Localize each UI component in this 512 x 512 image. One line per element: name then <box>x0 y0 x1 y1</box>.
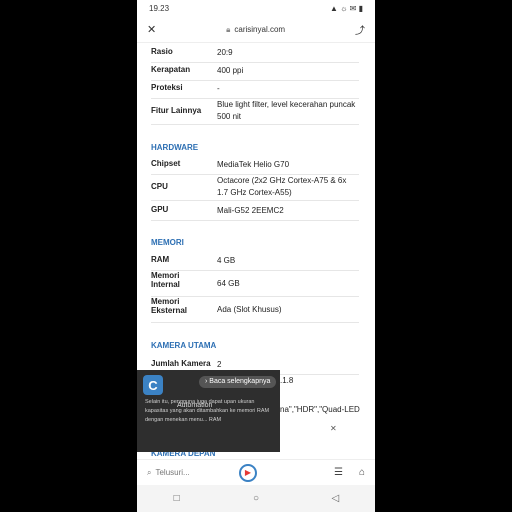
spec-label: Rasio <box>151 47 173 56</box>
spec-value: 4 GB <box>217 256 236 265</box>
floating-popup[interactable]: C › Baca selengkapnya Selain itu, penggu… <box>137 370 280 452</box>
search-icon: ⌕ <box>147 467 152 477</box>
play-icon[interactable]: ▶ <box>239 463 257 482</box>
spec-label: Memori Internal <box>151 271 180 289</box>
spec-value: Blue light filter, level kecerahan punca… <box>217 100 356 121</box>
spec-value: 400 ppi <box>217 66 244 75</box>
spec-row: GPU Mali-G52 2EEMC2 <box>151 205 359 221</box>
spec-value-partial: .1.8 <box>280 376 294 385</box>
url-domain: carisinyal.com <box>234 25 286 34</box>
spec-row: Kerapatan 400 ppi <box>151 65 359 81</box>
system-nav-bar: □ ○ ◁ <box>137 485 375 512</box>
spec-label: GPU <box>151 205 169 214</box>
spec-label: CPU <box>151 182 168 191</box>
spec-label: Kerapatan <box>151 65 191 74</box>
home-button[interactable]: ○ <box>241 493 271 504</box>
bottom-toolbar: ⌕ Telusuri... ▶ ☰ ⌂ <box>137 459 375 485</box>
spec-value: MediaTek Helio G70 <box>217 160 290 169</box>
spec-label: Fitur Lainnya <box>151 106 202 115</box>
spec-label: Memori Eksternal <box>151 297 188 315</box>
status-bar: 19.23 ▲ ☼ ✉ ▮ <box>137 0 375 17</box>
spec-value-partial: na","HDR","Quad-LED <box>280 405 360 414</box>
search-placeholder: Telusuri... <box>155 468 190 477</box>
url-bar: ✕ 🔒︎ carisinyal.com ⤴ <box>137 17 375 43</box>
spec-value: Ada (Slot Khusus) <box>217 305 282 314</box>
spec-value: Octacore (2x2 GHz Cortex-A75 & 6x 1.7 GH… <box>217 176 347 197</box>
spec-label: Chipset <box>151 159 181 168</box>
section-memori: MEMORI <box>151 238 184 247</box>
spec-value: 20:9 <box>217 48 233 57</box>
spec-value: Mali-G52 2EEMC2 <box>217 206 284 215</box>
section-hardware: HARDWARE <box>151 143 199 152</box>
spec-row: RAM 4 GB <box>151 255 359 271</box>
spec-label: RAM <box>151 255 170 264</box>
spec-row: Rasio 20:9 <box>151 47 359 63</box>
read-more-button[interactable]: › Baca selengkapnya <box>199 376 277 388</box>
spec-value: - <box>217 84 220 93</box>
app-logo-icon: C <box>143 375 163 395</box>
spec-row: Proteksi - <box>151 83 359 99</box>
spec-value: 64 GB <box>217 279 240 288</box>
search-field[interactable]: ⌕ Telusuri... <box>147 468 247 478</box>
status-icons: ▲ ☼ ✉ ▮ <box>329 4 363 13</box>
automation-label: Automation <box>177 402 213 409</box>
lock-icon: 🔒︎ <box>226 24 231 34</box>
spec-label: Proteksi <box>151 83 183 92</box>
spec-row: Fitur Lainnya Blue light filter, level k… <box>151 99 359 125</box>
home-icon[interactable]: ⌂ <box>359 467 365 478</box>
phone-screen: 19.23 ▲ ☼ ✉ ▮ ✕ 🔒︎ carisinyal.com ⤴ Rasi… <box>137 0 375 512</box>
recent-apps-button[interactable]: □ <box>162 493 192 504</box>
share-icon[interactable]: ⤴ <box>355 22 365 37</box>
close-icon[interactable]: ✕ <box>147 23 156 36</box>
spec-row: Chipset MediaTek Helio G70 <box>151 159 359 175</box>
spec-row: Memori Eksternal Ada (Slot Khusus) <box>151 297 359 323</box>
back-button[interactable]: ◁ <box>320 493 350 504</box>
url-display[interactable]: 🔒︎ carisinyal.com <box>226 25 285 35</box>
menu-icon[interactable]: ☰ <box>334 467 343 478</box>
spec-row: CPU Octacore (2x2 GHz Cortex-A75 & 6x 1.… <box>151 175 359 201</box>
status-time: 19.23 <box>149 4 170 13</box>
spec-row: Memori Internal 64 GB <box>151 271 359 297</box>
close-icon[interactable]: ✕ <box>330 424 337 433</box>
section-kamera-utama: KAMERA UTAMA <box>151 341 217 350</box>
